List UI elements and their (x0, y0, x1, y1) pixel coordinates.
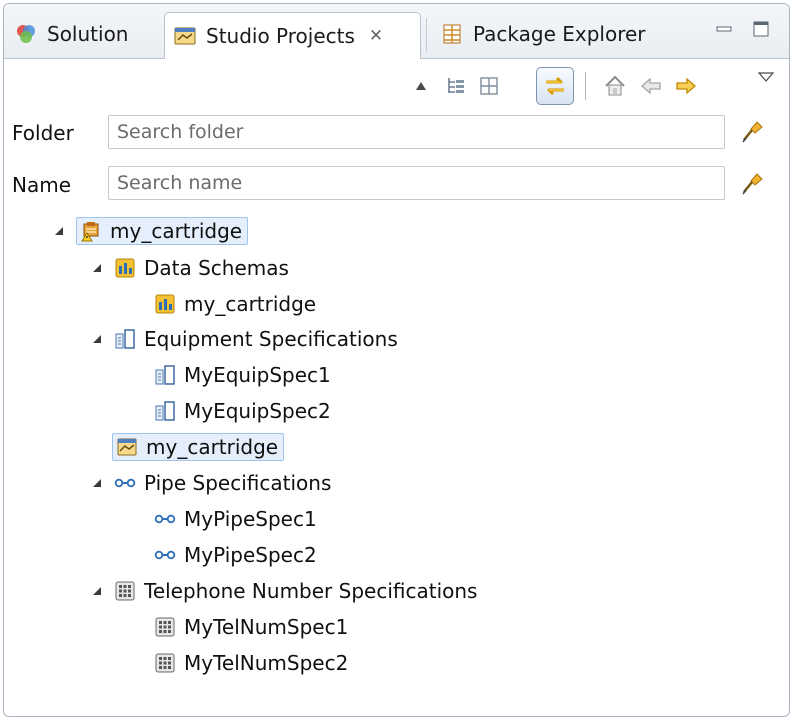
tree-node-label: Telephone Number Specifications (144, 579, 478, 603)
back-icon[interactable] (638, 73, 664, 99)
tree-node-project-file[interactable]: my_cartridge (112, 431, 285, 463)
selection-highlight: my_cartridge (112, 433, 285, 461)
tree-node-pipe-specifications[interactable]: Pipe Specifications (88, 467, 331, 499)
data-schema-icon (115, 258, 135, 278)
equipment-spec-icon (155, 401, 175, 421)
pin-filter-icon[interactable] (738, 118, 766, 146)
tree-node-pipe-spec-item[interactable]: MyPipeSpec1 (154, 503, 317, 535)
cartridge-warning-icon (81, 222, 99, 242)
pin-filter-icon[interactable] (738, 170, 766, 198)
tree-node-label: MyTelNumSpec1 (184, 615, 349, 639)
tree-node-equipment-spec-item[interactable]: MyEquipSpec1 (154, 359, 331, 391)
link-with-editor-icon[interactable] (536, 67, 574, 105)
tab-solution[interactable]: Solution (6, 12, 136, 56)
tree-node-label: Equipment Specifications (144, 327, 398, 351)
pipe-spec-icon (154, 514, 176, 524)
telephone-number-spec-icon (155, 617, 175, 637)
collapse-up-icon[interactable] (408, 73, 434, 99)
tree-view-icon[interactable] (443, 73, 469, 99)
tab-package-explorer[interactable]: Package Explorer (432, 12, 654, 56)
telephone-number-spec-icon (115, 581, 135, 601)
view-toolbar (4, 60, 789, 110)
tree-node-label: my_cartridge (110, 219, 243, 243)
home-icon[interactable] (602, 73, 628, 99)
name-search-input[interactable] (108, 166, 725, 200)
tree-node-telephone-number-specifications[interactable]: Telephone Number Specifications (88, 575, 477, 607)
equipment-spec-icon (155, 365, 175, 385)
folder-search-input[interactable] (108, 115, 725, 149)
tab-label: Solution (47, 22, 129, 46)
maximize-icon[interactable] (750, 18, 772, 40)
tree-node-label: MyPipeSpec2 (184, 543, 317, 567)
package-explorer-icon (443, 24, 461, 44)
studio-projects-icon (174, 27, 196, 45)
project-icon (117, 438, 137, 456)
tree-node-pipe-spec-item[interactable]: MyPipeSpec2 (154, 539, 317, 571)
telephone-number-spec-icon (155, 653, 175, 673)
folder-label: Folder (12, 121, 74, 145)
tree-node-equipment-specifications[interactable]: Equipment Specifications (88, 323, 398, 355)
tree-node-telephone-number-spec-item[interactable]: MyTelNumSpec2 (154, 647, 348, 679)
tree-node-label: MyEquipSpec2 (184, 399, 331, 423)
studio-projects-view: Solution Studio Projects ✕ Package Explo… (3, 3, 790, 717)
equipment-spec-icon (115, 329, 135, 349)
tree-node-label: my_cartridge (184, 292, 317, 316)
tree-node-cartridge-root[interactable]: my_cartridge (50, 215, 249, 247)
tree-node-label: MyPipeSpec1 (184, 507, 317, 531)
view-menu-icon[interactable] (753, 64, 779, 90)
expand-triangle-icon[interactable] (88, 330, 106, 348)
forward-icon[interactable] (673, 73, 699, 99)
close-icon[interactable]: ✕ (369, 26, 383, 46)
tab-studio-projects[interactable]: Studio Projects ✕ (164, 12, 421, 59)
tree-node-label: MyTelNumSpec2 (184, 651, 349, 675)
expand-triangle-icon[interactable] (88, 474, 106, 492)
tree-node-data-schema-item[interactable]: my_cartridge (154, 288, 316, 320)
minimize-icon[interactable] (713, 18, 735, 40)
tree-node-label: Pipe Specifications (144, 471, 332, 495)
tree-node-label: MyEquipSpec1 (184, 363, 331, 387)
tab-label: Studio Projects (206, 24, 355, 48)
tab-label: Package Explorer (473, 22, 646, 46)
selection-highlight: my_cartridge (76, 217, 249, 245)
grid-view-icon[interactable] (476, 73, 502, 99)
tab-divider (426, 18, 427, 52)
tree-node-label: my_cartridge (146, 435, 279, 459)
expand-triangle-icon[interactable] (50, 222, 68, 240)
expand-triangle-icon[interactable] (88, 582, 106, 600)
tree-node-label: Data Schemas (144, 256, 289, 280)
pipe-spec-icon (114, 478, 136, 488)
solution-icon (17, 25, 35, 43)
data-schema-icon (155, 294, 175, 314)
tree-node-equipment-spec-item[interactable]: MyEquipSpec2 (154, 395, 331, 427)
tree-node-telephone-number-spec-item[interactable]: MyTelNumSpec1 (154, 611, 348, 643)
view-tab-bar: Solution Studio Projects ✕ Package Explo… (4, 4, 789, 59)
pipe-spec-icon (154, 550, 176, 560)
tree-node-data-schemas[interactable]: Data Schemas (88, 252, 289, 284)
name-label: Name (12, 173, 72, 197)
expand-triangle-icon[interactable] (88, 259, 106, 277)
toolbar-divider (585, 72, 586, 100)
